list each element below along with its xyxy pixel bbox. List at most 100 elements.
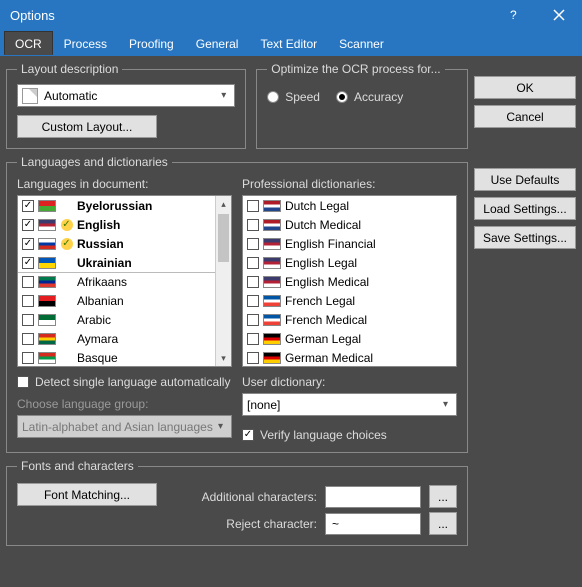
scroll-thumb[interactable] — [218, 214, 229, 262]
language-group-value: Latin-alphabet and Asian languages — [22, 420, 213, 434]
languages-group-title: Languages and dictionaries — [17, 155, 172, 169]
optimize-group-title: Optimize the OCR process for... — [267, 62, 444, 76]
additional-chars-browse-button[interactable]: ... — [429, 485, 457, 508]
ok-button[interactable]: OK — [474, 76, 576, 99]
font-matching-button[interactable]: Font Matching... — [17, 483, 157, 506]
checkbox-icon — [22, 352, 34, 364]
list-item[interactable]: Russian — [18, 234, 215, 253]
radio-speed[interactable]: Speed — [267, 90, 320, 104]
list-item[interactable]: German Medical — [243, 348, 456, 366]
radio-speed-label: Speed — [285, 90, 320, 104]
list-item[interactable]: Aymara — [18, 329, 215, 348]
dictionary-name: French Legal — [285, 294, 355, 308]
language-name: Aymara — [77, 332, 118, 346]
flag-icon — [263, 352, 281, 364]
checkbox-icon — [247, 238, 259, 250]
verify-checkbox[interactable]: Verify language choices — [242, 428, 457, 442]
list-item[interactable]: Dutch Legal — [243, 196, 456, 215]
optimize-group: Optimize the OCR process for... Speed Ac… — [256, 62, 468, 149]
radio-accuracy[interactable]: Accuracy — [336, 90, 403, 104]
language-name: English — [77, 218, 120, 232]
flag-icon — [263, 200, 281, 212]
language-name: Basque — [77, 351, 118, 365]
dictionary-name: Dutch Legal — [285, 199, 349, 213]
reject-char-browse-button[interactable]: ... — [429, 512, 457, 535]
titlebar: Options ? — [0, 0, 582, 30]
list-item[interactable]: English Medical — [243, 272, 456, 291]
flag-icon — [38, 295, 56, 307]
verify-label: Verify language choices — [260, 428, 387, 442]
list-item[interactable]: Basque — [18, 348, 215, 366]
tab-proofing[interactable]: Proofing — [118, 31, 185, 55]
dict-icon — [60, 199, 73, 212]
load-settings-button[interactable]: Load Settings... — [474, 197, 576, 220]
scroll-down-button[interactable]: ▾ — [216, 350, 231, 366]
layout-combo[interactable]: Automatic ▾ — [17, 84, 235, 107]
flag-icon — [38, 276, 56, 288]
detect-single-label: Detect single language automatically — [35, 375, 230, 389]
language-name: Russian — [77, 237, 124, 251]
detect-single-checkbox[interactable]: Detect single language automatically — [17, 375, 232, 389]
dict-icon — [60, 294, 73, 307]
chevron-down-icon: ▾ — [217, 90, 230, 101]
tab-bar: OCR Process Proofing General Text Editor… — [0, 30, 582, 56]
reject-char-input[interactable]: ~ — [325, 513, 421, 535]
list-item[interactable]: English Legal — [243, 253, 456, 272]
list-item[interactable]: Albanian — [18, 291, 215, 310]
help-button[interactable]: ? — [490, 0, 536, 30]
group-label: Choose language group: — [17, 397, 232, 411]
custom-layout-button[interactable]: Custom Layout... — [17, 115, 157, 138]
language-name: Byelorussian — [77, 199, 152, 213]
language-name: Arabic — [77, 313, 111, 327]
prof-listbox[interactable]: Dutch Legal Dutch Medical English Financia… — [242, 195, 457, 367]
user-dict-combo[interactable]: [none] ▾ — [242, 393, 457, 416]
reject-char-label: Reject character: — [226, 517, 317, 531]
list-item[interactable]: Dutch Medical — [243, 215, 456, 234]
list-item[interactable]: Arabic — [18, 310, 215, 329]
fonts-group-title: Fonts and characters — [17, 459, 138, 473]
tab-general[interactable]: General — [185, 31, 250, 55]
user-dict-label: User dictionary: — [242, 375, 457, 389]
dictionary-name: English Medical — [285, 275, 369, 289]
language-group-combo: Latin-alphabet and Asian languages ▾ — [17, 415, 232, 438]
list-item[interactable]: French Medical — [243, 310, 456, 329]
language-name: Afrikaans — [77, 275, 127, 289]
dictionary-name: German Legal — [285, 332, 361, 346]
flag-icon — [263, 257, 281, 269]
list-item[interactable]: German Legal — [243, 329, 456, 348]
list-item[interactable]: French Legal — [243, 291, 456, 310]
list-item[interactable]: English Financial — [243, 234, 456, 253]
tab-scanner[interactable]: Scanner — [328, 31, 395, 55]
flag-icon — [38, 257, 56, 269]
dictionary-name: English Financial — [285, 237, 376, 251]
flag-icon — [38, 352, 56, 364]
close-button[interactable] — [536, 0, 582, 30]
dict-icon — [60, 351, 73, 364]
tab-text-editor[interactable]: Text Editor — [249, 31, 328, 55]
layout-combo-value: Automatic — [44, 89, 97, 103]
list-item[interactable]: Byelorussian — [18, 196, 215, 215]
layout-group: Layout description Automatic ▾ Custom La… — [6, 62, 246, 149]
checkbox-icon — [22, 257, 34, 269]
scroll-up-button[interactable]: ▴ — [216, 196, 231, 212]
list-item[interactable]: Ukrainian — [18, 253, 215, 272]
chevron-down-icon: ▾ — [439, 399, 452, 410]
flag-icon — [263, 238, 281, 250]
scrollbar[interactable]: ▴ ▾ — [215, 196, 231, 366]
additional-chars-input[interactable] — [325, 486, 421, 508]
cancel-button[interactable]: Cancel — [474, 105, 576, 128]
checkbox-icon — [247, 276, 259, 288]
tab-process[interactable]: Process — [53, 31, 118, 55]
list-item[interactable]: English — [18, 215, 215, 234]
checkbox-icon — [247, 295, 259, 307]
radio-icon — [336, 91, 348, 103]
languages-listbox[interactable]: Byelorussian English Russian Ukrainian Afrik… — [17, 195, 232, 367]
dictionary-name: English Legal — [285, 256, 357, 270]
tab-ocr[interactable]: OCR — [4, 31, 53, 55]
save-settings-button[interactable]: Save Settings... — [474, 226, 576, 249]
use-defaults-button[interactable]: Use Defaults — [474, 168, 576, 191]
dict-icon — [60, 237, 73, 250]
checkbox-icon — [242, 429, 254, 441]
dict-icon — [60, 218, 73, 231]
list-item[interactable]: Afrikaans — [18, 272, 215, 291]
